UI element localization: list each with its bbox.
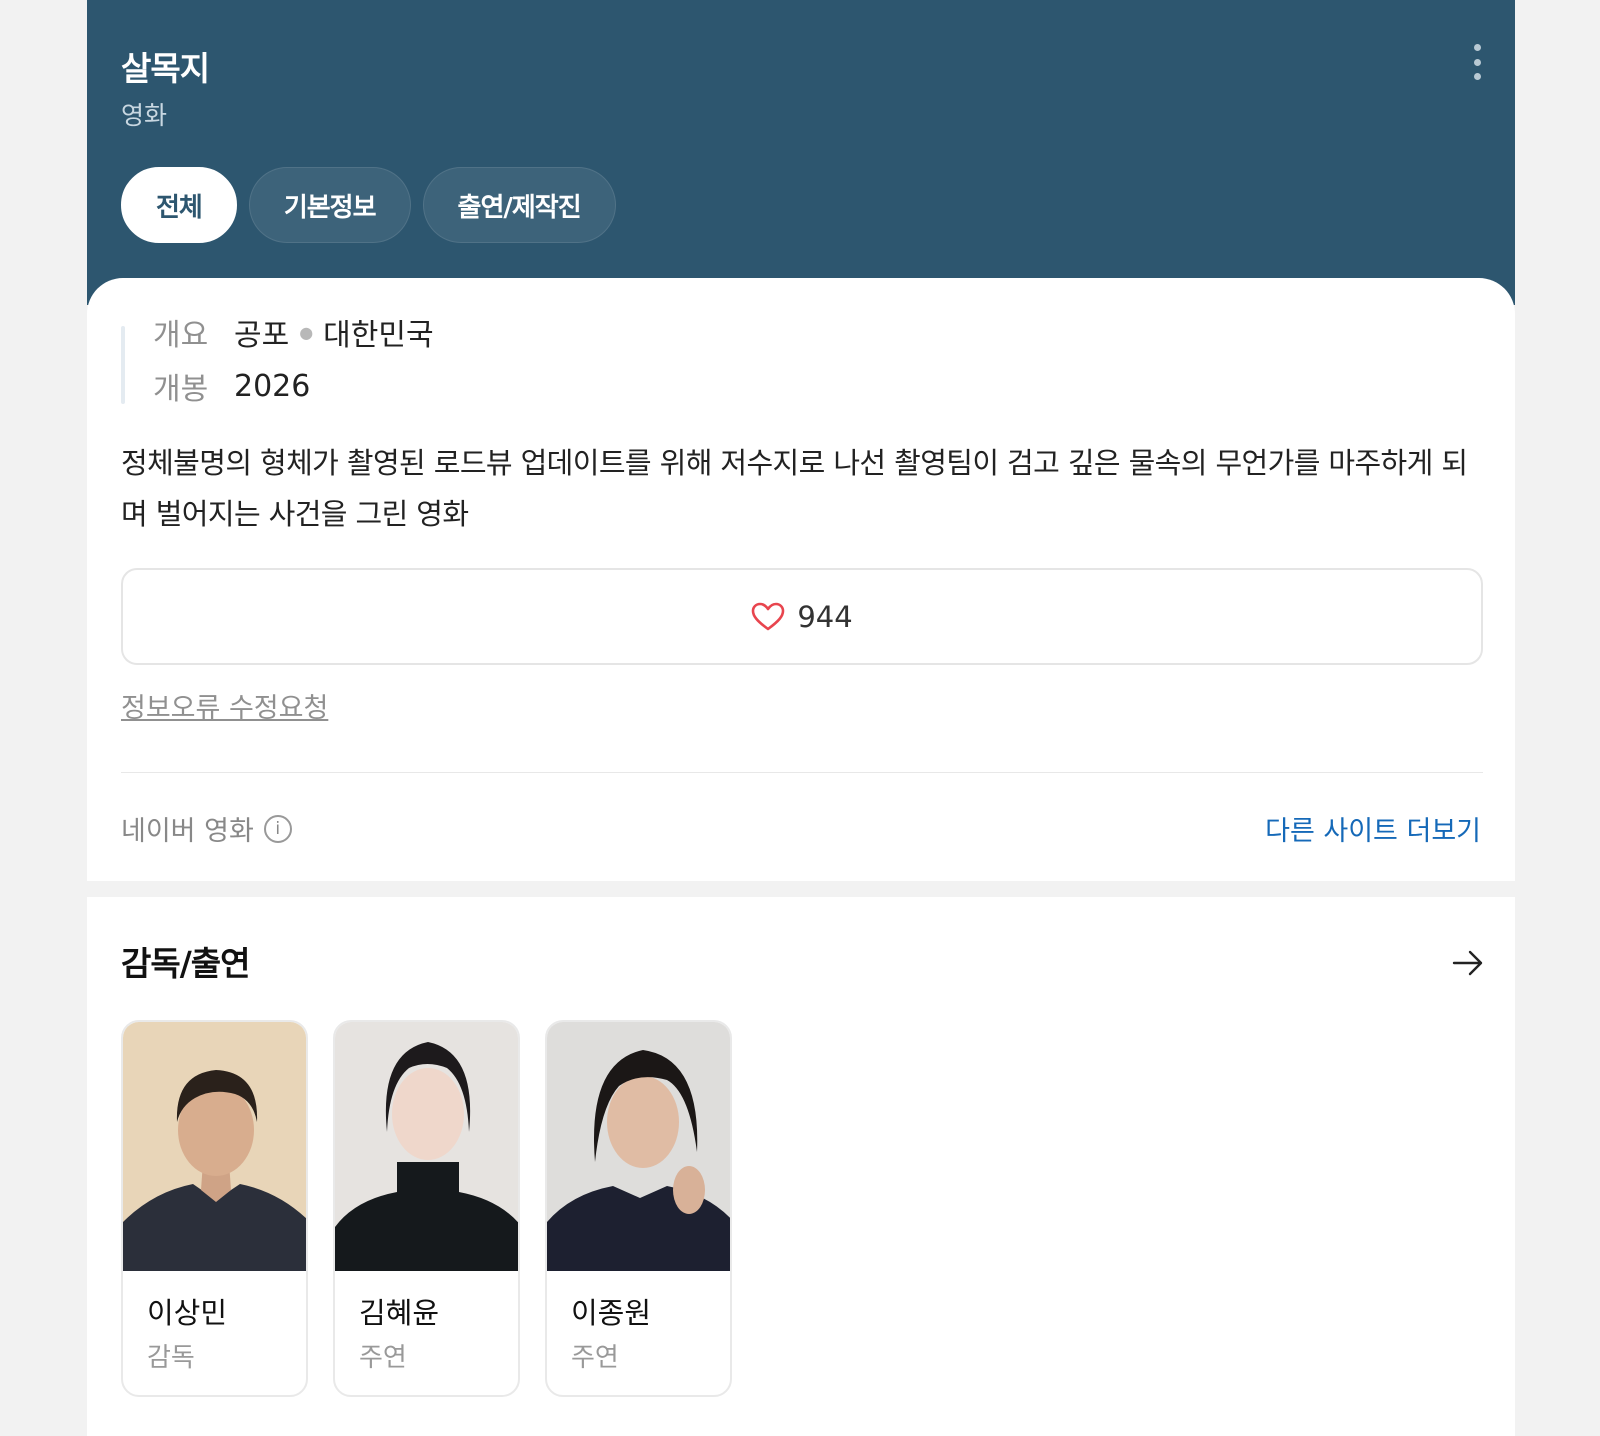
separator-dot: ●	[299, 322, 314, 342]
country-value: 대한민국	[323, 318, 434, 353]
source-name: 네이버 영화	[121, 816, 254, 847]
person-card[interactable]: 이종원 주연	[545, 1020, 732, 1397]
person-role: 주연	[359, 1343, 407, 1373]
info-accent-bar	[121, 326, 125, 404]
vertical-ellipsis-icon	[1473, 58, 1481, 66]
summary-label: 개요	[153, 318, 209, 353]
cast-card: 감독/출연 이상민 감독 김혜윤 주연 이종원 주연	[87, 897, 1515, 1436]
section-divider	[121, 772, 1483, 773]
person-name: 김혜윤	[359, 1296, 440, 1330]
page: 살목지 영화 전체 기본정보 출연/제작진 개요 공포 ● 대한민국 개봉 20…	[0, 0, 1600, 1436]
movie-title: 살목지	[121, 49, 210, 88]
release-row: 개봉 2026	[153, 364, 310, 408]
person-role: 주연	[571, 1343, 619, 1373]
tab-bar: 전체 기본정보 출연/제작진	[121, 167, 616, 243]
person-card[interactable]: 김혜윤 주연	[333, 1020, 520, 1397]
release-year: 2026	[234, 368, 311, 404]
genre-value: 공포	[234, 318, 290, 353]
tab-cast-crew[interactable]: 출연/제작진	[422, 167, 616, 243]
vertical-ellipsis-icon	[1473, 73, 1481, 80]
summary-row: 개요 공포 ● 대한민국	[153, 310, 434, 354]
release-label: 개봉	[153, 372, 209, 407]
source-attribution: 네이버 영화 i	[121, 809, 292, 848]
movie-category: 영화	[121, 101, 168, 130]
heart-outline-icon	[752, 602, 785, 630]
like-button[interactable]: 944	[121, 568, 1483, 665]
person-role: 감독	[147, 1343, 195, 1373]
vertical-ellipsis-icon	[1473, 44, 1481, 51]
person-card[interactable]: 이상민 감독	[121, 1020, 308, 1397]
person-photo	[123, 1022, 306, 1271]
cast-list: 이상민 감독 김혜윤 주연 이종원 주연	[121, 1020, 732, 1397]
more-sites-link[interactable]: 다른 사이트 더보기	[1265, 809, 1481, 848]
person-name: 이종원	[571, 1296, 652, 1330]
tab-all[interactable]: 전체	[121, 167, 237, 243]
like-count: 944	[797, 599, 853, 634]
movie-header: 살목지 영화 전체 기본정보 출연/제작진	[87, 0, 1515, 305]
person-photo	[547, 1022, 730, 1271]
cast-section-title: 감독/출연	[121, 944, 250, 983]
report-error-link[interactable]: 정보오류 수정요청	[121, 686, 328, 725]
info-icon[interactable]: i	[263, 814, 292, 843]
person-photo	[335, 1022, 518, 1271]
tab-basic-info[interactable]: 기본정보	[248, 167, 411, 243]
synopsis-text: 정체불명의 형체가 촬영된 로드뷰 업데이트를 위해 저수지로 나선 촬영팀이 …	[121, 446, 1468, 531]
person-name: 이상민	[147, 1296, 228, 1330]
arrow-right-icon[interactable]	[1452, 947, 1484, 979]
overview-card: 개요 공포 ● 대한민국 개봉 2026 정체불명의 형체가 촬영된 로드뷰 업…	[87, 278, 1515, 881]
more-options-button[interactable]	[1465, 44, 1489, 80]
